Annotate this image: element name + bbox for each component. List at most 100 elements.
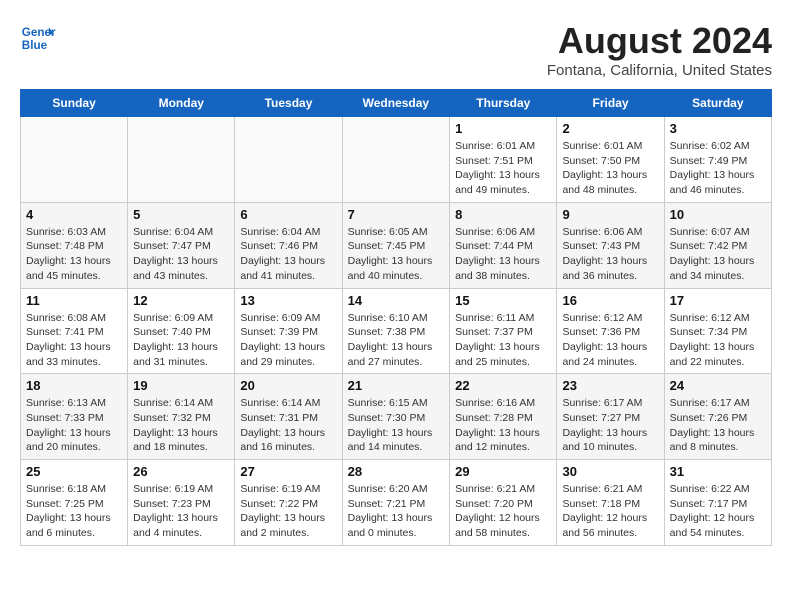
day-info: Sunrise: 6:01 AMSunset: 7:51 PMDaylight:… [455,139,551,198]
day-number: 27 [240,464,336,479]
day-info: Sunrise: 6:10 AMSunset: 7:38 PMDaylight:… [348,311,445,370]
day-number: 1 [455,121,551,136]
calendar-cell: 21Sunrise: 6:15 AMSunset: 7:30 PMDayligh… [342,374,450,460]
title-block: August 2024 Fontana, California, United … [547,20,772,79]
day-info: Sunrise: 6:21 AMSunset: 7:20 PMDaylight:… [455,482,551,541]
day-info: Sunrise: 6:19 AMSunset: 7:23 PMDaylight:… [133,482,229,541]
calendar-cell: 16 Sunrise: 6:12 AMSunset: 7:36 PMDayligh… [557,288,664,374]
week-row-4: 18 Sunrise: 6:13 AMSunset: 7:33 PMDayligh… [21,374,772,460]
calendar-cell [235,117,342,203]
weekday-header-thursday: Thursday [450,90,557,117]
calendar-table: SundayMondayTuesdayWednesdayThursdayFrid… [20,89,772,546]
calendar-cell [21,117,128,203]
day-info: Sunrise: 6:07 AMSunset: 7:42 PMDaylight:… [670,225,766,284]
calendar-cell: 31 Sunrise: 6:22 AMSunset: 7:17 PMDayligh… [664,460,771,546]
calendar-cell: 8Sunrise: 6:06 AMSunset: 7:44 PMDaylight… [450,202,557,288]
day-number: 11 [26,293,122,308]
calendar-cell: 20 Sunrise: 6:14 AMSunset: 7:31 PMDayligh… [235,374,342,460]
day-info: Sunrise: 6:19 AMSunset: 7:22 PMDaylight:… [240,482,336,541]
day-number: 31 [670,464,766,479]
calendar-cell: 4 Sunrise: 6:03 AMSunset: 7:48 PMDaylight… [21,202,128,288]
day-number: 26 [133,464,229,479]
weekday-header-monday: Monday [128,90,235,117]
calendar-cell: 3 Sunrise: 6:02 AMSunset: 7:49 PMDaylight… [664,117,771,203]
day-info: Sunrise: 6:09 AMSunset: 7:39 PMDaylight:… [240,311,336,370]
day-info: Sunrise: 6:14 AMSunset: 7:32 PMDaylight:… [133,396,229,455]
calendar-cell: 28Sunrise: 6:20 AMSunset: 7:21 PMDayligh… [342,460,450,546]
calendar-cell: 2 Sunrise: 6:01 AMSunset: 7:50 PMDaylight… [557,117,664,203]
day-info: Sunrise: 6:14 AMSunset: 7:31 PMDaylight:… [240,396,336,455]
calendar-cell: 5Sunrise: 6:04 AMSunset: 7:47 PMDaylight… [128,202,235,288]
day-number: 4 [26,207,122,222]
day-number: 3 [670,121,766,136]
day-info: Sunrise: 6:13 AMSunset: 7:33 PMDaylight:… [26,396,122,455]
day-number: 16 [562,293,658,308]
calendar-cell: 22 Sunrise: 6:16 AMSunset: 7:28 PMDayligh… [450,374,557,460]
location: Fontana, California, United States [547,62,772,79]
calendar-cell: 25 Sunrise: 6:18 AMSunset: 7:25 PMDayligh… [21,460,128,546]
day-number: 18 [26,378,122,393]
weekday-header-saturday: Saturday [664,90,771,117]
calendar-body: 1 Sunrise: 6:01 AMSunset: 7:51 PMDaylight… [21,117,772,546]
weekday-header-wednesday: Wednesday [342,90,450,117]
day-number: 22 [455,378,551,393]
day-info: Sunrise: 6:05 AMSunset: 7:45 PMDaylight:… [348,225,445,284]
calendar-cell: 15Sunrise: 6:11 AMSunset: 7:37 PMDayligh… [450,288,557,374]
svg-text:Blue: Blue [22,39,48,52]
day-number: 10 [670,207,766,222]
day-number: 9 [562,207,658,222]
logo-icon: General Blue [20,20,56,56]
day-number: 19 [133,378,229,393]
day-info: Sunrise: 6:21 AMSunset: 7:18 PMDaylight:… [562,482,658,541]
day-info: Sunrise: 6:06 AMSunset: 7:43 PMDaylight:… [562,225,658,284]
day-number: 12 [133,293,229,308]
day-info: Sunrise: 6:04 AMSunset: 7:46 PMDaylight:… [240,225,336,284]
weekday-header-sunday: Sunday [21,90,128,117]
day-number: 7 [348,207,445,222]
calendar-cell: 14 Sunrise: 6:10 AMSunset: 7:38 PMDayligh… [342,288,450,374]
day-info: Sunrise: 6:11 AMSunset: 7:37 PMDaylight:… [455,311,551,370]
calendar-cell [342,117,450,203]
weekday-header-tuesday: Tuesday [235,90,342,117]
calendar-cell: 10 Sunrise: 6:07 AMSunset: 7:42 PMDayligh… [664,202,771,288]
calendar-cell: 1 Sunrise: 6:01 AMSunset: 7:51 PMDaylight… [450,117,557,203]
day-info: Sunrise: 6:22 AMSunset: 7:17 PMDaylight:… [670,482,766,541]
day-number: 17 [670,293,766,308]
week-row-5: 25 Sunrise: 6:18 AMSunset: 7:25 PMDayligh… [21,460,772,546]
weekday-header-friday: Friday [557,90,664,117]
day-info: Sunrise: 6:16 AMSunset: 7:28 PMDaylight:… [455,396,551,455]
calendar-cell: 19 Sunrise: 6:14 AMSunset: 7:32 PMDayligh… [128,374,235,460]
calendar-cell: 6 Sunrise: 6:04 AMSunset: 7:46 PMDaylight… [235,202,342,288]
calendar-cell: 17Sunrise: 6:12 AMSunset: 7:34 PMDayligh… [664,288,771,374]
day-info: Sunrise: 6:12 AMSunset: 7:36 PMDaylight:… [562,311,658,370]
day-info: Sunrise: 6:01 AMSunset: 7:50 PMDaylight:… [562,139,658,198]
day-number: 14 [348,293,445,308]
calendar-cell: 9 Sunrise: 6:06 AMSunset: 7:43 PMDaylight… [557,202,664,288]
week-row-1: 1 Sunrise: 6:01 AMSunset: 7:51 PMDaylight… [21,117,772,203]
calendar-cell: 13 Sunrise: 6:09 AMSunset: 7:39 PMDayligh… [235,288,342,374]
calendar-cell: 24Sunrise: 6:17 AMSunset: 7:26 PMDayligh… [664,374,771,460]
calendar-cell: 27 Sunrise: 6:19 AMSunset: 7:22 PMDayligh… [235,460,342,546]
day-number: 20 [240,378,336,393]
day-info: Sunrise: 6:18 AMSunset: 7:25 PMDaylight:… [26,482,122,541]
calendar-cell: 18 Sunrise: 6:13 AMSunset: 7:33 PMDayligh… [21,374,128,460]
month-title: August 2024 [547,20,772,62]
day-number: 21 [348,378,445,393]
day-info: Sunrise: 6:02 AMSunset: 7:49 PMDaylight:… [670,139,766,198]
day-number: 25 [26,464,122,479]
day-info: Sunrise: 6:17 AMSunset: 7:27 PMDaylight:… [562,396,658,455]
page-header: General Blue August 2024 Fontana, Califo… [20,20,772,79]
day-number: 2 [562,121,658,136]
day-info: Sunrise: 6:08 AMSunset: 7:41 PMDaylight:… [26,311,122,370]
day-info: Sunrise: 6:20 AMSunset: 7:21 PMDaylight:… [348,482,445,541]
calendar-cell: 11 Sunrise: 6:08 AMSunset: 7:41 PMDayligh… [21,288,128,374]
day-number: 13 [240,293,336,308]
calendar-cell: 30Sunrise: 6:21 AMSunset: 7:18 PMDayligh… [557,460,664,546]
logo: General Blue [20,20,56,56]
day-number: 29 [455,464,551,479]
calendar-cell: 23Sunrise: 6:17 AMSunset: 7:27 PMDayligh… [557,374,664,460]
calendar-cell: 7 Sunrise: 6:05 AMSunset: 7:45 PMDaylight… [342,202,450,288]
day-number: 6 [240,207,336,222]
calendar-cell: 26 Sunrise: 6:19 AMSunset: 7:23 PMDayligh… [128,460,235,546]
day-info: Sunrise: 6:03 AMSunset: 7:48 PMDaylight:… [26,225,122,284]
